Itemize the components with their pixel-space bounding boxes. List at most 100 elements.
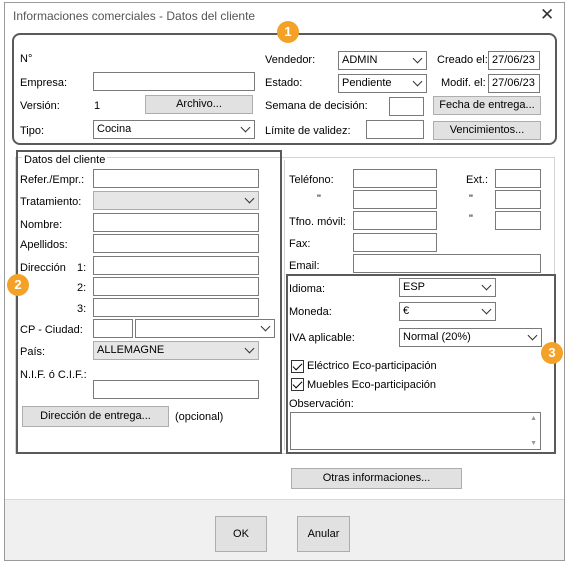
observacion-textarea[interactable]: ▲ ▼	[290, 412, 541, 450]
version-label: Versión:	[20, 100, 60, 112]
empresa-label: Empresa:	[20, 77, 68, 89]
nombre-input[interactable]	[93, 213, 259, 232]
column-separator	[284, 160, 285, 450]
electrico-label: Eléctrico Eco-participación	[307, 360, 437, 372]
moneda-label: Moneda:	[289, 306, 332, 318]
chevron-down-icon	[244, 193, 255, 204]
email-input[interactable]	[353, 254, 541, 273]
badge-1: 1	[277, 21, 299, 43]
muebles-label: Muebles Eco-participación	[307, 379, 437, 391]
apellidos-input[interactable]	[93, 234, 259, 253]
nif-input[interactable]	[93, 380, 259, 399]
semana-input[interactable]	[389, 97, 424, 116]
num-label: N°	[20, 53, 33, 65]
chevron-down-icon	[481, 280, 492, 291]
fax-label: Fax:	[289, 238, 311, 250]
idioma-label: Idioma:	[289, 283, 326, 295]
tratamiento-label: Tratamiento:	[20, 196, 82, 208]
ext-label: Ext.:	[466, 174, 489, 186]
iva-label: IVA aplicable:	[289, 332, 355, 344]
tipo-label: Tipo:	[20, 125, 45, 137]
direccion-2-label: 2:	[77, 282, 87, 294]
direccion-1-label: 1:	[77, 262, 87, 274]
electrico-checkbox[interactable]	[291, 360, 304, 373]
tipo-select[interactable]: Cocina	[93, 120, 255, 139]
nif-label: N.I.F. ó C.I.F.:	[20, 369, 87, 381]
vendedor-label: Vendedor:	[265, 54, 316, 66]
muebles-checkbox[interactable]	[291, 378, 304, 391]
empresa-input[interactable]	[93, 72, 255, 91]
tfno-movil-input[interactable]	[353, 211, 437, 230]
direccion-entrega-button[interactable]: Dirección de entrega...	[22, 406, 169, 427]
idioma-value: ESP	[403, 281, 426, 293]
window-title: Informaciones comerciales - Datos del cl…	[13, 9, 256, 23]
pais-select[interactable]: ALLEMAGNE	[93, 341, 259, 360]
badge-2: 2	[7, 274, 29, 296]
version-value: 1	[94, 100, 101, 112]
estado-value: Pendiente	[342, 77, 392, 89]
scroll-up-icon[interactable]: ▲	[530, 415, 537, 422]
apellidos-label: Apellidos:	[20, 239, 68, 251]
moneda-select[interactable]: €	[399, 302, 496, 321]
chevron-down-icon	[527, 330, 538, 341]
ciudad-select[interactable]	[135, 319, 275, 338]
telefono-input[interactable]	[353, 169, 437, 188]
moneda-value: €	[403, 305, 410, 317]
limite-label: Límite de validez:	[265, 125, 351, 137]
chevron-down-icon	[412, 53, 423, 64]
ext-input[interactable]	[495, 169, 541, 188]
close-icon[interactable]: ✕	[540, 6, 554, 23]
modif-label: Modif. el:	[441, 77, 486, 89]
chevron-down-icon	[481, 304, 492, 315]
chevron-down-icon	[412, 76, 423, 87]
iva-value: Normal (20%)	[403, 331, 471, 343]
chevron-down-icon	[260, 321, 271, 332]
chevron-down-icon	[240, 122, 251, 133]
refer-input[interactable]	[93, 169, 259, 188]
telefono-2-input[interactable]	[353, 190, 437, 209]
scroll-down-icon[interactable]: ▼	[530, 440, 537, 447]
anular-button[interactable]: Anular	[297, 516, 350, 552]
ditto-mark: "	[469, 193, 473, 205]
cp-ciudad-label: CP - Ciudad:	[20, 324, 83, 336]
vencimientos-button[interactable]: Vencimientos...	[433, 121, 541, 140]
pais-value: ALLEMAGNE	[97, 344, 165, 356]
refer-label: Refer./Empr.:	[20, 174, 85, 186]
otras-informaciones-button[interactable]: Otras informaciones...	[291, 468, 462, 489]
tratamiento-select[interactable]	[93, 191, 259, 210]
direccion-1-input[interactable]	[93, 256, 259, 275]
estado-label: Estado:	[265, 77, 303, 89]
direccion-label: Dirección	[20, 262, 66, 274]
ditto-mark: "	[317, 193, 321, 205]
direccion-3-input[interactable]	[93, 298, 259, 317]
footer-bar	[5, 499, 564, 560]
archivo-button[interactable]: Archivo...	[145, 95, 253, 114]
fax-input[interactable]	[353, 233, 437, 252]
limite-input[interactable]	[366, 120, 424, 139]
estado-select[interactable]: Pendiente	[338, 74, 427, 93]
tfno-movil-label: Tfno. móvil:	[289, 216, 346, 228]
telefono-label: Teléfono:	[289, 174, 334, 186]
semana-label: Semana de decisión:	[265, 100, 368, 112]
observacion-label: Observación:	[289, 398, 354, 410]
ext-2-input[interactable]	[495, 190, 541, 209]
chevron-down-icon	[244, 343, 255, 354]
tipo-value: Cocina	[97, 123, 132, 135]
ditto-mark: "	[469, 213, 473, 225]
ok-button[interactable]: OK	[215, 516, 267, 552]
iva-select[interactable]: Normal (20%)	[399, 328, 542, 347]
ext-3-input[interactable]	[495, 211, 541, 230]
idioma-select[interactable]: ESP	[399, 278, 496, 297]
cp-input[interactable]	[93, 319, 133, 338]
email-label: Email:	[289, 260, 320, 272]
nombre-label: Nombre:	[20, 219, 63, 231]
datos-cliente-title: Datos del cliente	[22, 154, 108, 166]
direccion-3-label: 3:	[77, 303, 87, 315]
vendedor-select[interactable]: ADMIN	[338, 51, 427, 70]
pais-label: País:	[20, 346, 46, 358]
modif-input[interactable]: 27/06/23	[488, 74, 540, 93]
direccion-2-input[interactable]	[93, 277, 259, 296]
fecha-entrega-button[interactable]: Fecha de entrega...	[433, 96, 541, 115]
creado-input[interactable]: 27/06/23	[488, 51, 540, 70]
opcional-label: (opcional)	[175, 411, 224, 423]
